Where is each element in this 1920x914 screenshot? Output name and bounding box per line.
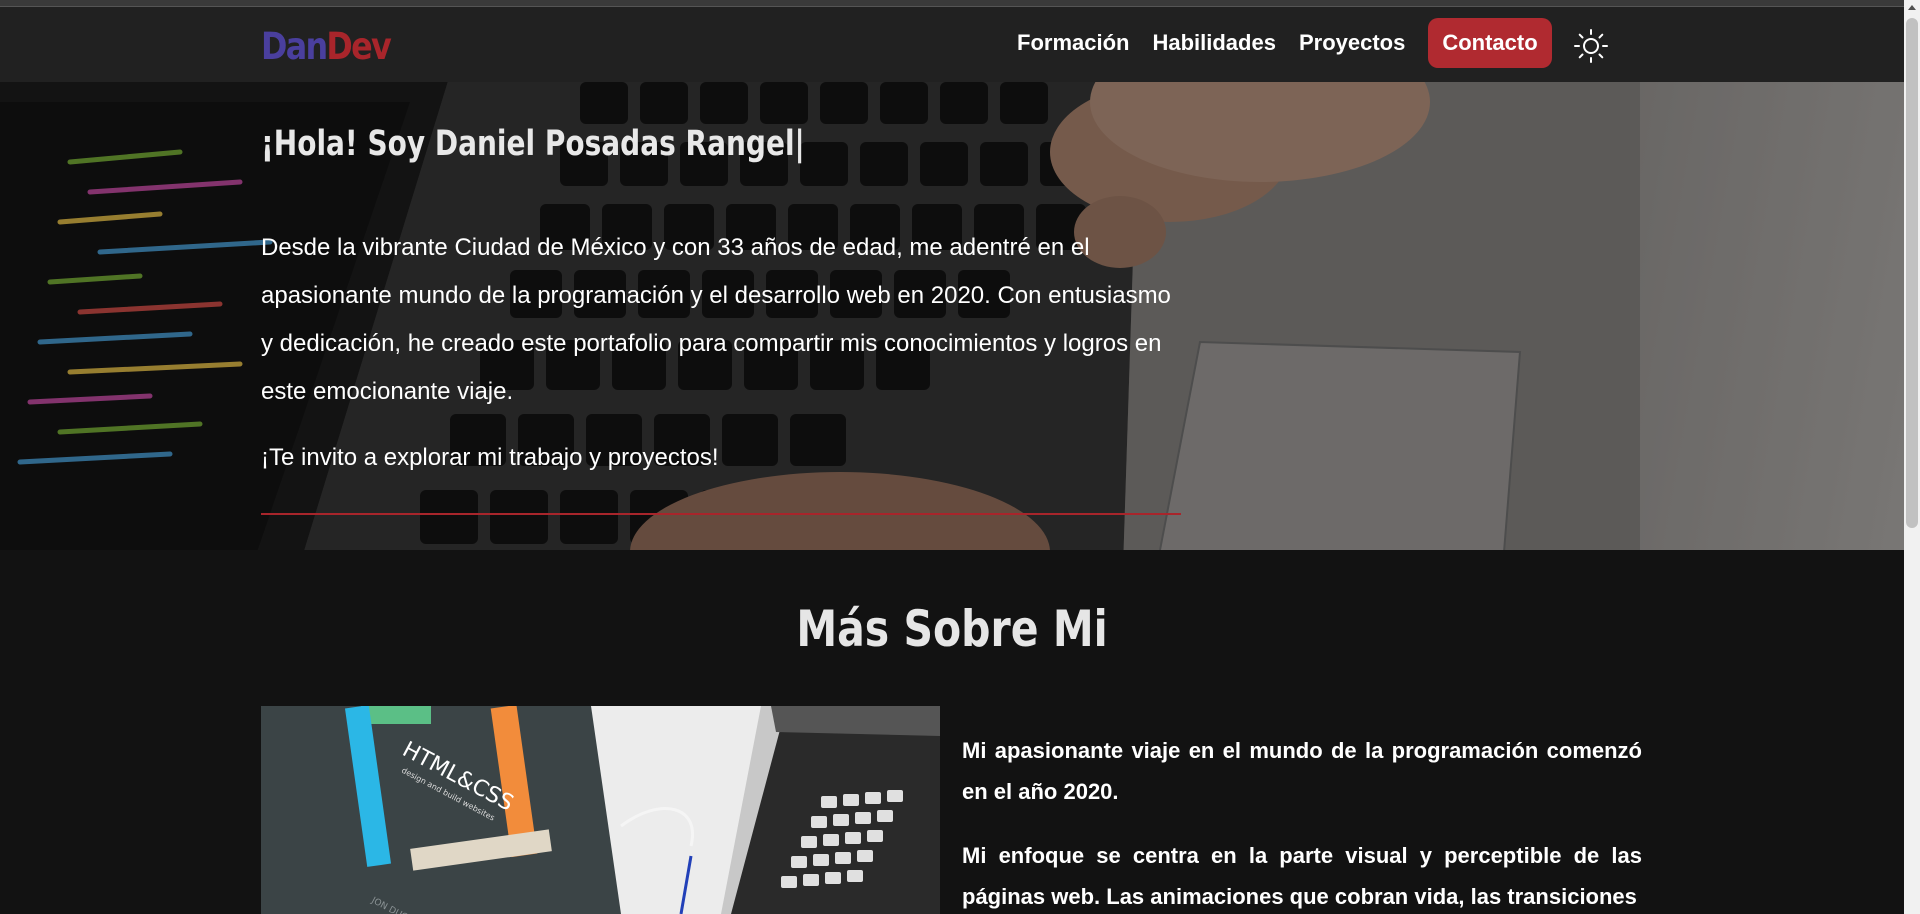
about-image-illustration: HTML&CSS design and build websites JON D… — [261, 706, 940, 914]
hero-divider — [261, 513, 1181, 515]
nav-link-habilidades[interactable]: Habilidades — [1152, 30, 1275, 56]
about-image: HTML&CSS design and build websites JON D… — [261, 706, 940, 914]
nav-link-proyectos[interactable]: Proyectos — [1299, 30, 1405, 56]
hero-invite-text: ¡Te invito a explorar mi trabajo y proye… — [261, 444, 719, 471]
hero-section: ¡Hola! Soy Daniel Posadas Rangel| Desde … — [0, 82, 1904, 550]
page-scrollbar[interactable] — [1904, 0, 1920, 914]
scroll-up-arrow-icon[interactable] — [1908, 5, 1916, 10]
navbar: DanDev Formación Habilidades Proyectos C… — [0, 7, 1904, 82]
logo[interactable]: DanDev — [261, 25, 392, 68]
logo-part-dan: Dan — [261, 25, 328, 68]
logo-part-dev: Dev — [326, 25, 391, 68]
hero-intro-paragraph: Desde la vibrante Ciudad de México y con… — [261, 234, 1171, 405]
about-title: Más Sobre Mi — [796, 600, 1108, 658]
sun-icon — [1574, 29, 1608, 63]
about-paragraph-2: Mi enfoque se centra en la parte visual … — [962, 843, 1642, 909]
contact-button[interactable]: Contacto — [1428, 18, 1552, 68]
nav-link-formacion[interactable]: Formación — [1017, 30, 1129, 56]
nav-menu: Formación Habilidades Proyectos Contacto — [1017, 18, 1552, 68]
about-section: Más Sobre Mi HTML&CSS design and build w… — [0, 550, 1904, 914]
scroll-thumb[interactable] — [1906, 18, 1918, 528]
about-paragraph-1: Mi apasionante viaje en el mundo de la p… — [962, 738, 1642, 804]
theme-toggle-button[interactable] — [1573, 28, 1609, 64]
browser-top-strip — [0, 0, 1904, 7]
about-text: Mi apasionante viaje en el mundo de la p… — [962, 730, 1642, 914]
hero-title: ¡Hola! Soy Daniel Posadas Rangel| — [261, 124, 805, 164]
